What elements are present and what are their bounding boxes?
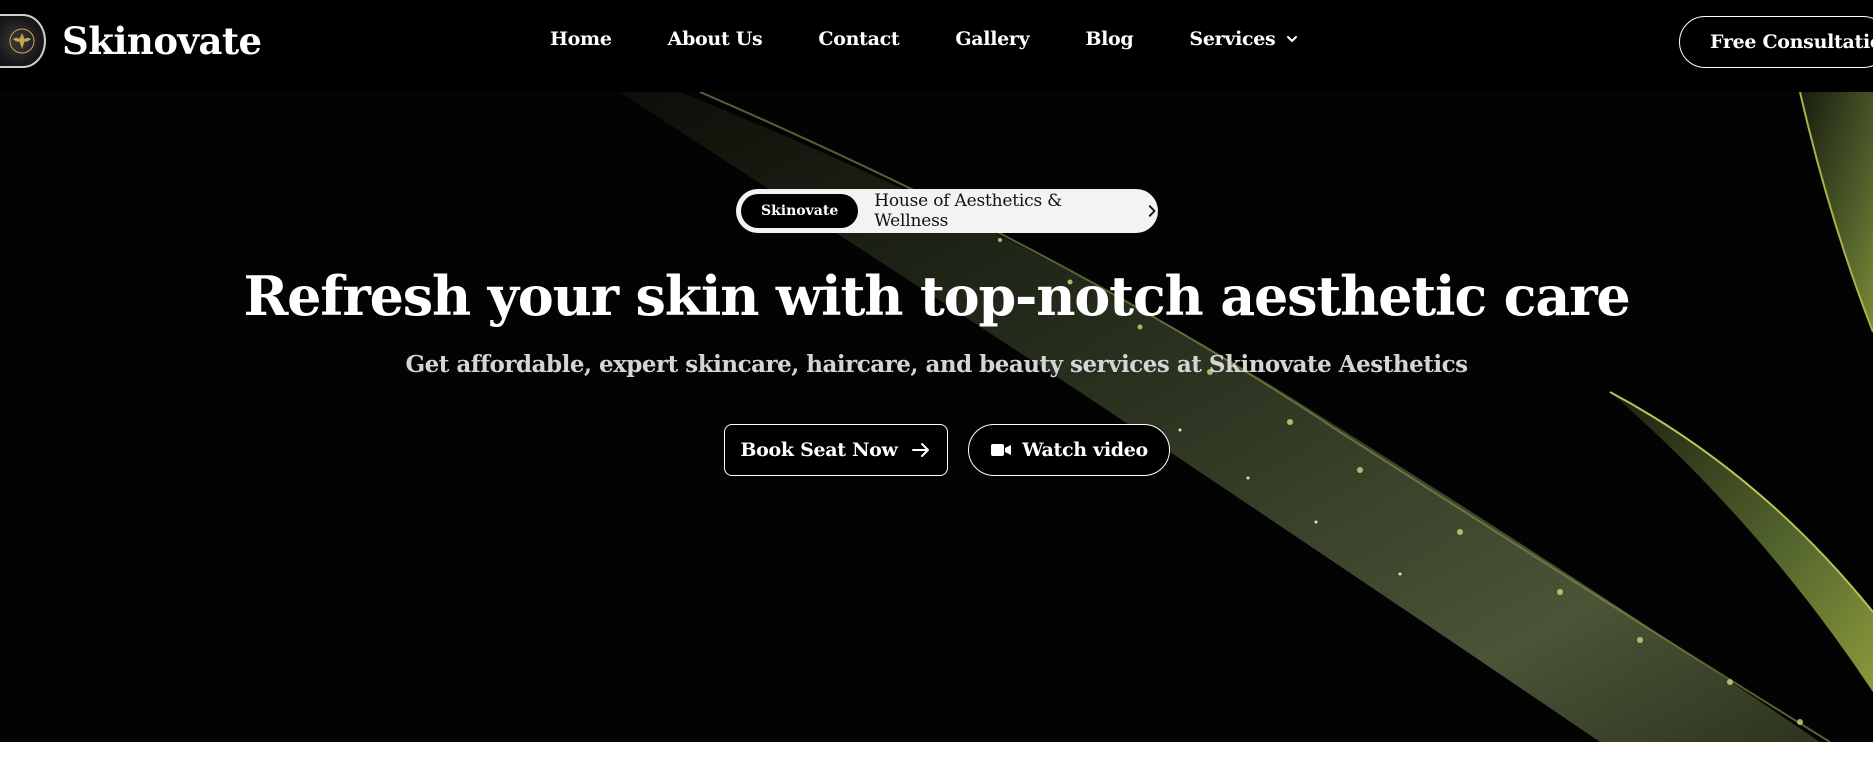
hero-subline: Get affordable, expert skincare, haircar…: [405, 351, 1468, 378]
seal-emblem-icon: [0, 14, 46, 68]
nav-item-home[interactable]: Home: [550, 28, 612, 50]
chevron-right-icon: [1148, 205, 1156, 217]
nav-item-services-label: Services: [1189, 28, 1276, 50]
video-camera-icon: [991, 444, 1012, 456]
site-header: Skinovate Home About Us Contact Gallery …: [0, 0, 1873, 92]
nav-item-contact[interactable]: Contact: [818, 28, 899, 50]
pill-badge: Skinovate: [741, 194, 859, 228]
book-seat-now-button[interactable]: Book Seat Now: [724, 424, 948, 476]
logo[interactable]: Skinovate: [0, 14, 262, 68]
announcement-pill[interactable]: Skinovate House of Aesthetics & Wellness: [736, 189, 1158, 233]
book-seat-now-label: Book Seat Now: [740, 439, 898, 461]
main-nav: Home About Us Contact Gallery Blog Servi…: [550, 28, 1355, 50]
chevron-down-icon: [1287, 36, 1298, 42]
watch-video-button[interactable]: Watch video: [968, 424, 1170, 476]
nav-item-services[interactable]: Services: [1189, 28, 1299, 50]
free-consultation-button[interactable]: Free Consultation: [1679, 16, 1873, 68]
arrow-right-icon: [911, 443, 929, 457]
nav-item-gallery[interactable]: Gallery: [955, 28, 1029, 50]
page: Skinovate Home About Us Contact Gallery …: [0, 0, 1873, 779]
nav-item-about-us[interactable]: About Us: [668, 28, 763, 50]
brand-name: Skinovate: [62, 19, 262, 63]
nav-item-blog[interactable]: Blog: [1085, 28, 1133, 50]
watch-video-label: Watch video: [1022, 439, 1148, 461]
hero-headline: Refresh your skin with top-notch aesthet…: [243, 264, 1630, 328]
hero-section: Skinovate House of Aesthetics & Wellness…: [0, 92, 1873, 742]
pill-text: House of Aesthetics & Wellness: [874, 191, 1063, 231]
hero-content: Skinovate House of Aesthetics & Wellness…: [0, 92, 1873, 742]
